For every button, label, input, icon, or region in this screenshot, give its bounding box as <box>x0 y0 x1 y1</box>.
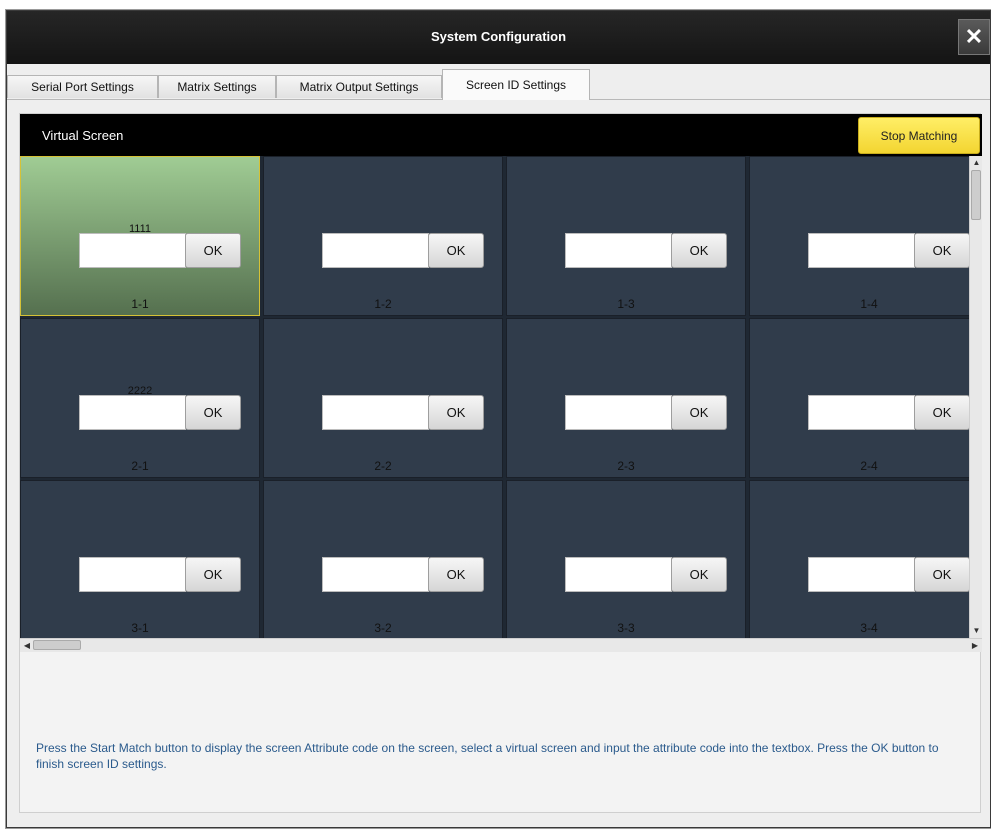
ok-button[interactable]: OK <box>914 395 969 430</box>
screen-id-input[interactable] <box>808 557 915 592</box>
tab-matrix-settings[interactable]: Matrix Settings <box>158 75 276 98</box>
virtual-screen-cell[interactable]: OK 3-1 <box>20 480 260 638</box>
virtual-screen-cell[interactable]: OK 1-2 <box>263 156 503 316</box>
stop-matching-button[interactable]: Stop Matching <box>858 117 980 154</box>
virtual-screen-cell[interactable]: 2222 OK 2-1 <box>20 318 260 478</box>
screen-id-panel: Virtual Screen Stop Matching 1111 OK 1-1 OK… <box>19 113 982 813</box>
ok-button[interactable]: OK <box>185 557 241 592</box>
virtual-screen-cell[interactable]: OK 3-3 <box>506 480 746 638</box>
virtual-screen-title: Virtual Screen <box>42 128 124 143</box>
cell-position-label: 1-2 <box>374 297 392 311</box>
screen-id-input[interactable] <box>565 557 672 592</box>
scroll-down-icon[interactable]: ▼ <box>971 625 982 637</box>
ok-button[interactable]: OK <box>671 233 727 268</box>
horizontal-scroll-thumb[interactable] <box>33 640 81 650</box>
cell-position-label: 3-1 <box>131 621 149 635</box>
screen-id-input[interactable] <box>79 557 186 592</box>
tab-serial-port-settings[interactable]: Serial Port Settings <box>7 75 158 98</box>
cell-position-label: 1-3 <box>617 297 635 311</box>
cell-position-label: 3-2 <box>374 621 392 635</box>
virtual-screen-cell[interactable]: OK 1-3 <box>506 156 746 316</box>
system-configuration-dialog: System Configuration ✕ Serial Port Setti… <box>6 10 991 828</box>
tab-screen-id-settings[interactable]: Screen ID Settings <box>442 69 590 100</box>
ok-button[interactable]: OK <box>185 395 241 430</box>
close-button[interactable]: ✕ <box>958 19 990 55</box>
close-icon: ✕ <box>964 24 984 49</box>
vertical-scroll-thumb[interactable] <box>971 170 981 220</box>
cell-position-label: 2-1 <box>131 459 149 473</box>
horizontal-scrollbar[interactable]: ◀ ▶ <box>20 638 982 652</box>
ok-button[interactable]: OK <box>428 233 484 268</box>
scroll-right-icon[interactable]: ▶ <box>969 639 981 652</box>
dialog-title: System Configuration <box>430 29 567 44</box>
instructions-text: Press the Start Match button to display … <box>36 741 939 771</box>
cell-position-label: 2-4 <box>860 459 878 473</box>
cell-position-label: 3-4 <box>860 621 878 635</box>
ok-button[interactable]: OK <box>185 233 241 268</box>
screen-id-input[interactable] <box>322 395 429 430</box>
screen-id-input[interactable] <box>79 395 186 430</box>
title-bar: System Configuration ✕ <box>7 11 990 64</box>
ok-button[interactable]: OK <box>428 557 484 592</box>
cell-position-label: 1-4 <box>860 297 878 311</box>
screen-id-input[interactable] <box>808 395 915 430</box>
screen-id-input[interactable] <box>322 557 429 592</box>
ok-button[interactable]: OK <box>428 395 484 430</box>
tab-bar: Serial Port Settings Matrix Settings Mat… <box>7 65 990 100</box>
virtual-screen-cell[interactable]: 1111 OK 1-1 <box>20 156 260 316</box>
ok-button[interactable]: OK <box>914 233 969 268</box>
screen-id-input[interactable] <box>565 233 672 268</box>
screen-id-input[interactable] <box>808 233 915 268</box>
virtual-screen-cell[interactable]: OK 1-4 <box>749 156 969 316</box>
virtual-screen-cell[interactable]: OK 2-2 <box>263 318 503 478</box>
virtual-screen-cell[interactable]: OK 2-3 <box>506 318 746 478</box>
virtual-screen-grid-viewport: 1111 OK 1-1 OK 1-2 OK 1-3 OK 1-4 2222 OK 2-1 OK 2-2 OK… <box>20 156 969 638</box>
cell-position-label: 2-3 <box>617 459 635 473</box>
virtual-screen-cell[interactable]: OK 2-4 <box>749 318 969 478</box>
tab-matrix-output-settings[interactable]: Matrix Output Settings <box>276 75 442 98</box>
cell-position-label: 1-1 <box>131 297 149 311</box>
screen-id-input[interactable] <box>565 395 672 430</box>
virtual-screen-cell[interactable]: OK 3-2 <box>263 480 503 638</box>
cell-position-label: 3-3 <box>617 621 635 635</box>
cell-position-label: 2-2 <box>374 459 392 473</box>
vertical-scrollbar[interactable]: ▲ ▼ <box>969 156 982 638</box>
ok-button[interactable]: OK <box>671 395 727 430</box>
virtual-screen-header: Virtual Screen Stop Matching <box>20 114 982 156</box>
scroll-left-icon[interactable]: ◀ <box>21 639 33 652</box>
ok-button[interactable]: OK <box>671 557 727 592</box>
screen-id-input[interactable] <box>79 233 186 268</box>
virtual-screen-cell[interactable]: OK 3-4 <box>749 480 969 638</box>
scroll-up-icon[interactable]: ▲ <box>971 157 982 169</box>
screen-id-input[interactable] <box>322 233 429 268</box>
ok-button[interactable]: OK <box>914 557 969 592</box>
